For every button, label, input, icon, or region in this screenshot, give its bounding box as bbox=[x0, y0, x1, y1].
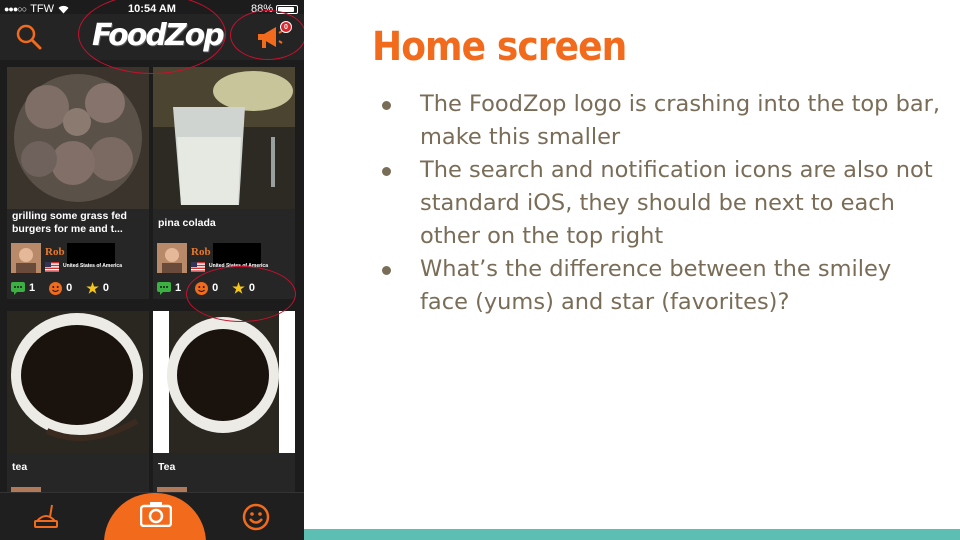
star-icon: ★ bbox=[86, 279, 99, 296]
favorites-stat[interactable]: ★ 0 bbox=[232, 280, 255, 297]
pina-colada-photo bbox=[153, 67, 295, 209]
notification-button[interactable]: 0 bbox=[254, 21, 292, 52]
comments-stat[interactable]: 1 bbox=[11, 281, 36, 295]
slide-title: Home screen bbox=[372, 24, 627, 70]
comments-count: 1 bbox=[29, 282, 36, 294]
yums-count: 0 bbox=[66, 282, 73, 294]
favorites-count: 0 bbox=[248, 282, 255, 294]
feed-card[interactable]: pina colada Rob United States of America… bbox=[153, 67, 295, 299]
bullet-dot-icon bbox=[382, 266, 391, 275]
avatar bbox=[11, 243, 41, 273]
feed-card[interactable]: Tea bbox=[153, 311, 295, 492]
post-photo[interactable] bbox=[153, 67, 295, 209]
bullet-item: What’s the difference between the smiley… bbox=[382, 253, 942, 319]
user-country: United States of America bbox=[63, 263, 122, 269]
comments-count: 1 bbox=[175, 282, 182, 294]
redaction-box bbox=[213, 243, 261, 265]
comments-stat[interactable]: 1 bbox=[157, 281, 182, 295]
bullet-dot-icon bbox=[382, 101, 391, 110]
us-flag-icon bbox=[191, 262, 205, 272]
footer-accent-bar bbox=[304, 529, 960, 540]
post-title: tea bbox=[12, 461, 28, 473]
post-user-row[interactable]: Rob United States of America bbox=[157, 243, 291, 275]
bullet-item: The FoodZop logo is crashing into the to… bbox=[382, 88, 942, 154]
bullet-text: The FoodZop logo is crashing into the to… bbox=[420, 91, 941, 150]
slide: ●●●○○ TFW 10:54 AM 88% FoodZop 0 grillin… bbox=[0, 0, 960, 540]
smiley-yum-icon bbox=[195, 281, 209, 295]
favorites-count: 0 bbox=[102, 282, 109, 294]
bullet-text: The search and notification icons are al… bbox=[420, 157, 933, 249]
tea-cup-photo bbox=[7, 311, 149, 453]
search-icon[interactable] bbox=[14, 22, 44, 52]
bottom-tab-bar bbox=[0, 492, 304, 540]
favorites-stat[interactable]: ★ 0 bbox=[86, 280, 109, 297]
post-photo[interactable] bbox=[7, 311, 149, 453]
redaction-box bbox=[67, 243, 115, 265]
user-name: Rob bbox=[191, 246, 211, 258]
post-title: Tea bbox=[158, 461, 176, 473]
food-feed: grilling some grass fed burgers for me a… bbox=[0, 60, 304, 492]
feed-card[interactable]: grilling some grass fed burgers for me a… bbox=[7, 67, 149, 299]
us-flag-icon bbox=[45, 262, 59, 272]
yums-stat[interactable]: 0 bbox=[49, 281, 73, 295]
foodzop-logo: FoodZop bbox=[92, 18, 225, 53]
bullet-list: The FoodZop logo is crashing into the to… bbox=[382, 88, 942, 319]
notification-badge: 0 bbox=[280, 21, 292, 33]
food-icon[interactable] bbox=[32, 503, 62, 531]
bullet-text: What’s the difference between the smiley… bbox=[420, 256, 892, 315]
post-stats: 1 0 ★ 0 bbox=[11, 279, 145, 297]
feed-card[interactable]: tea bbox=[7, 311, 149, 492]
star-icon: ★ bbox=[232, 279, 245, 296]
battery-icon bbox=[276, 4, 298, 14]
user-name: Rob bbox=[45, 246, 65, 258]
tea-cup-photo bbox=[153, 311, 295, 453]
burgers-photo bbox=[7, 67, 149, 209]
post-user-row[interactable]: Rob United States of America bbox=[11, 243, 145, 275]
post-title: grilling some grass fed burgers for me a… bbox=[12, 210, 127, 235]
camera-tab[interactable] bbox=[104, 493, 206, 540]
yums-stat[interactable]: 0 bbox=[195, 281, 219, 295]
camera-icon bbox=[140, 502, 172, 527]
post-title: pina colada bbox=[158, 217, 216, 229]
smiley-icon[interactable] bbox=[242, 503, 270, 531]
post-photo[interactable] bbox=[153, 311, 295, 453]
bullet-item: The search and notification icons are al… bbox=[382, 154, 942, 253]
top-nav-bar: FoodZop 0 bbox=[0, 14, 304, 60]
yums-count: 0 bbox=[212, 282, 219, 294]
comment-icon bbox=[157, 281, 171, 295]
post-photo[interactable] bbox=[7, 67, 149, 209]
comment-icon bbox=[11, 281, 25, 295]
phone-screenshot: ●●●○○ TFW 10:54 AM 88% FoodZop 0 grillin… bbox=[0, 0, 304, 540]
smiley-yum-icon bbox=[49, 281, 63, 295]
post-stats: 1 0 ★ 0 bbox=[157, 279, 291, 297]
avatar bbox=[157, 243, 187, 273]
bullet-dot-icon bbox=[382, 167, 391, 176]
user-country: United States of America bbox=[209, 263, 268, 269]
